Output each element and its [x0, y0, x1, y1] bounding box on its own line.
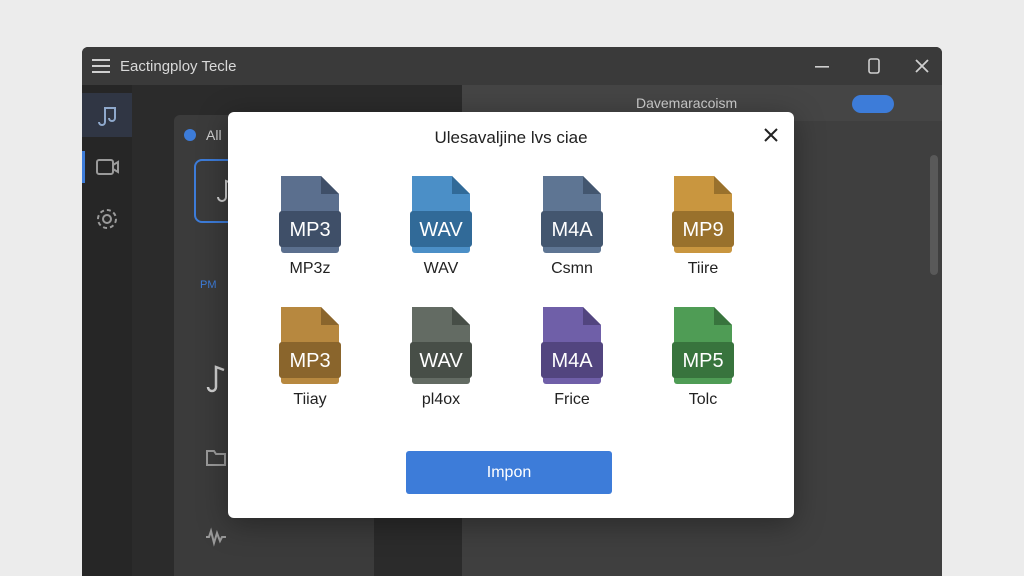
folder-icon[interactable]	[204, 445, 228, 469]
detail-title: Davemaracoism	[636, 95, 738, 111]
dialog-title: Ulesavaljine lvs ciae	[434, 128, 588, 147]
title-bar: Eactingploy Tecle	[82, 47, 942, 85]
audio-file-icon: M4A	[541, 307, 603, 384]
audio-file-icon: MP9	[672, 176, 734, 253]
gear-icon	[97, 209, 117, 229]
file-badge: WAV	[419, 219, 463, 241]
file-type-option[interactable]: MP9 Tiire	[653, 174, 753, 289]
file-caption: Frice	[554, 391, 590, 408]
audio-file-icon: M4A	[541, 176, 603, 253]
file-badge: MP3	[289, 350, 330, 372]
file-caption: Tiire	[687, 260, 719, 277]
file-type-option[interactable]: M4A Frice	[522, 305, 622, 420]
music-note-icon[interactable]	[204, 363, 228, 393]
audio-file-icon: MP3	[279, 307, 341, 384]
sidebar-item-settings[interactable]	[82, 197, 132, 241]
file-badge: WAV	[419, 350, 463, 372]
audio-file-icon: MP5	[672, 307, 734, 384]
file-badge: M4A	[551, 219, 593, 241]
sidebar	[82, 85, 132, 576]
music-library-icon	[98, 107, 116, 126]
file-badge: MP9	[682, 219, 723, 241]
file-badge: MP5	[682, 350, 723, 372]
item-label: PM	[200, 279, 217, 291]
active-indicator	[82, 151, 85, 183]
tab-all[interactable]: All	[206, 127, 222, 143]
file-caption: pl4ox	[421, 391, 461, 408]
import-button[interactable]: Impon	[406, 451, 612, 494]
minimize-icon[interactable]	[812, 56, 832, 76]
file-type-option[interactable]: MP5 Tolc	[653, 305, 753, 420]
file-badge: M4A	[551, 350, 593, 372]
file-type-grid: MP3 MP3z WAV WAV M4A Csmn MP9 Tiire MP3 Tiiay WAV p…	[260, 174, 760, 434]
file-badge: MP3	[289, 219, 330, 241]
audio-file-icon: WAV	[410, 176, 472, 253]
file-type-option[interactable]: M4A Csmn	[522, 174, 622, 289]
close-window-icon[interactable]	[912, 56, 932, 76]
file-type-option[interactable]: MP3 Tiiay	[260, 305, 360, 420]
video-icon	[96, 159, 119, 175]
close-icon[interactable]	[760, 124, 782, 146]
file-type-option[interactable]: WAV WAV	[391, 174, 491, 289]
hamburger-menu-icon[interactable]	[92, 58, 110, 74]
file-type-dialog: Ulesavaljine lvs ciae MP3 MP3z WAV WAV M4A Cs…	[228, 112, 794, 518]
cloud-icon	[184, 129, 196, 141]
scrollbar[interactable]	[930, 155, 938, 275]
toggle-switch[interactable]	[852, 95, 894, 113]
window-title: Eactingploy Tecle	[120, 58, 237, 75]
file-caption: Tiiay	[293, 391, 327, 408]
file-caption: WAV	[423, 260, 459, 277]
audio-file-icon: MP3	[279, 176, 341, 253]
sidebar-item-music[interactable]	[82, 93, 132, 137]
file-caption: MP3z	[289, 260, 331, 277]
restore-icon[interactable]	[864, 56, 884, 76]
file-caption: Csmn	[551, 260, 593, 277]
sidebar-item-media[interactable]	[82, 145, 132, 189]
file-type-option[interactable]: MP3 MP3z	[260, 174, 360, 289]
file-caption: Tolc	[688, 391, 718, 408]
waveform-icon[interactable]	[204, 525, 228, 549]
file-type-option[interactable]: WAV pl4ox	[391, 305, 491, 420]
audio-file-icon: WAV	[410, 307, 472, 384]
